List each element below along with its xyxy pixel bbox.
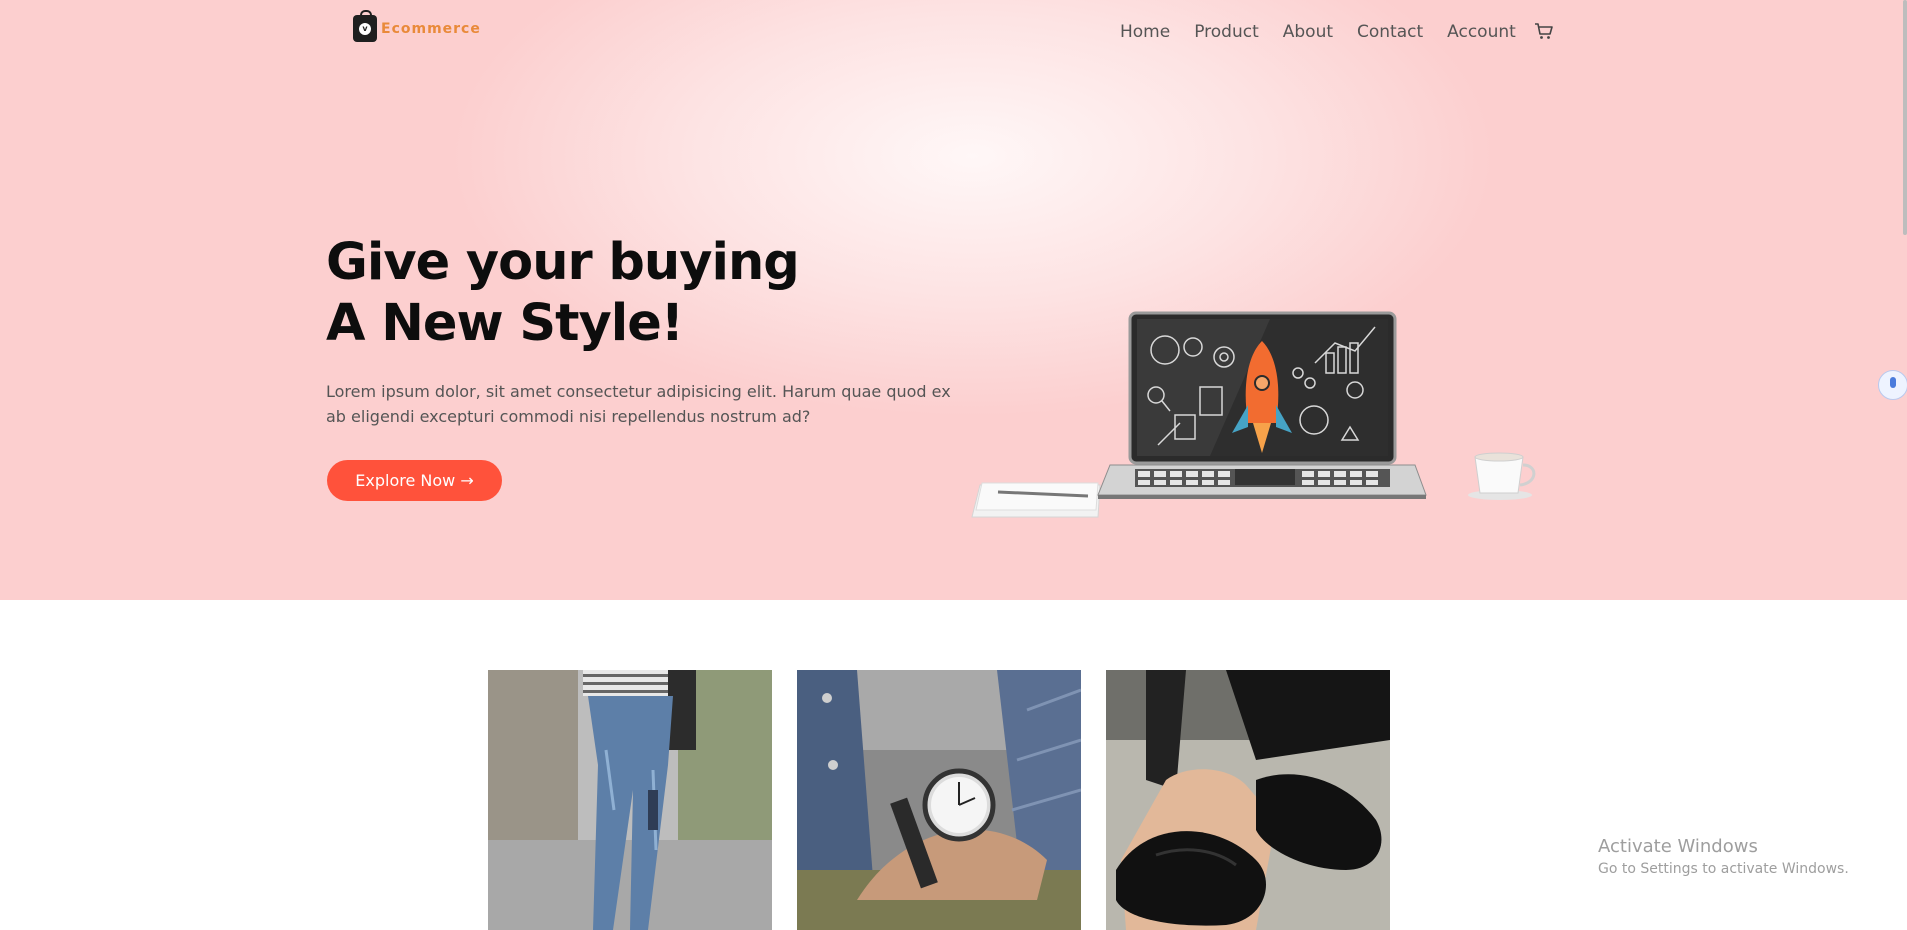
- windows-activation-watermark: Activate Windows Go to Settings to activ…: [1598, 836, 1849, 877]
- watch-image: [797, 670, 1081, 930]
- notepad-image: [971, 482, 1101, 518]
- hero-title: Give your buying A New Style!: [326, 232, 1026, 354]
- brand-logo[interactable]: v Ecommerce: [353, 10, 481, 42]
- product-card-loafers[interactable]: [1106, 670, 1390, 930]
- activation-title: Activate Windows: [1598, 836, 1758, 857]
- shopping-bag-icon: v: [353, 10, 377, 42]
- main-nav: Home Product About Contact Account: [1120, 22, 1516, 42]
- jeans-image: [488, 670, 772, 930]
- hero-title-line1: Give your buying: [326, 233, 800, 292]
- loafers-image: [1106, 670, 1390, 930]
- hero-title-line2: A New Style!: [326, 294, 684, 353]
- cart-icon[interactable]: [1534, 22, 1554, 40]
- nav-about[interactable]: About: [1283, 22, 1333, 42]
- microphone-icon[interactable]: [1878, 370, 1907, 400]
- explore-now-button[interactable]: Explore Now →: [327, 460, 502, 501]
- coffee-cup-image: [1468, 452, 1536, 500]
- featured-products: [488, 670, 1390, 930]
- activation-subtitle: Go to Settings to activate Windows.: [1598, 861, 1849, 877]
- brand-name: Ecommerce: [381, 20, 481, 37]
- product-card-jeans[interactable]: [488, 670, 772, 930]
- nav-contact[interactable]: Contact: [1357, 22, 1423, 42]
- logo-badge: v: [359, 23, 371, 35]
- scrollbar[interactable]: [1903, 0, 1907, 235]
- hero-description: Lorem ipsum dolor, sit amet consectetur …: [326, 382, 951, 426]
- laptop-image: [1097, 311, 1427, 499]
- nav-account[interactable]: Account: [1447, 22, 1516, 42]
- nav-home[interactable]: Home: [1120, 22, 1170, 42]
- hero-laptop-image: [971, 311, 1536, 518]
- product-card-watch[interactable]: [797, 670, 1081, 930]
- nav-product[interactable]: Product: [1194, 22, 1259, 42]
